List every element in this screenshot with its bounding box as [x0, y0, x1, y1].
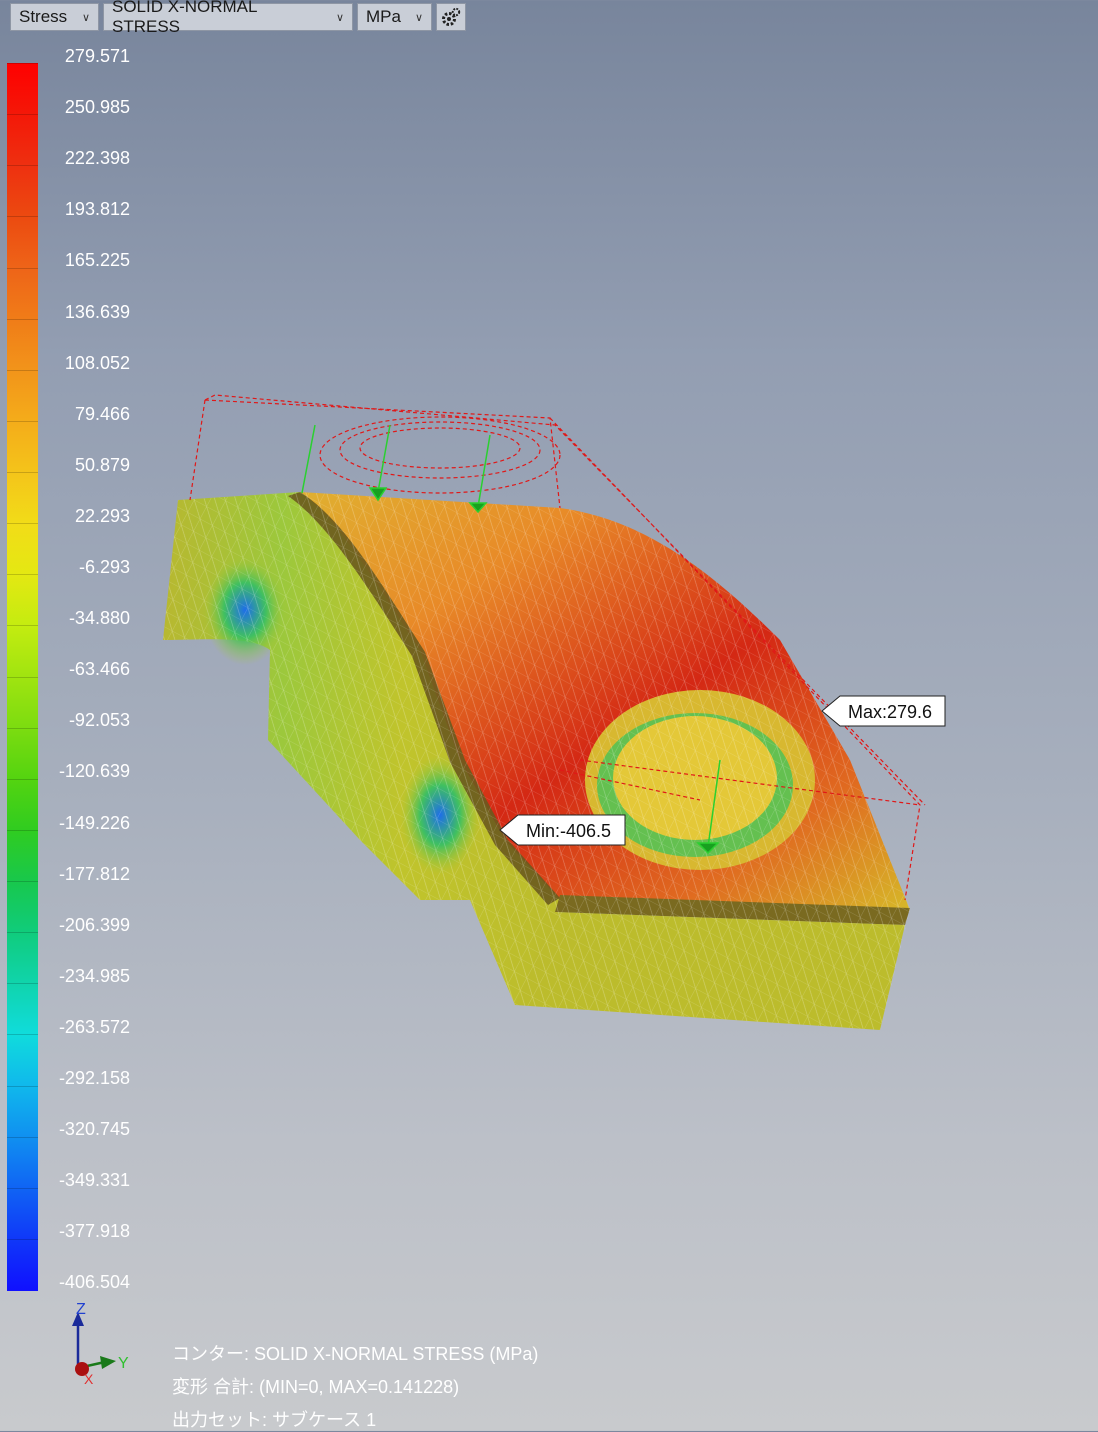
model-viewport[interactable]: Max:279.6 Min:-406.5: [0, 0, 1098, 1431]
deformation-info: 変形 合計: (MIN=0, MAX=0.141228): [172, 1377, 460, 1397]
y-axis-label: Y: [118, 1355, 129, 1372]
y-axis-arrow: [100, 1356, 116, 1369]
fe-mesh-overlay: [163, 492, 910, 1030]
max-callout-label: Max:279.6: [848, 702, 932, 722]
min-callout: Min:-406.5: [499, 814, 626, 846]
bracket-model[interactable]: [163, 492, 910, 1030]
axis-triad: Z Y X: [72, 1301, 129, 1387]
x-axis-label: X: [84, 1371, 94, 1387]
max-callout: Max:279.6: [821, 695, 946, 727]
min-callout-label: Min:-406.5: [526, 821, 611, 841]
contour-info: コンター: SOLID X-NORMAL STRESS (MPa): [172, 1344, 539, 1364]
output-set-info: 出力セット: サブケース 1: [172, 1410, 377, 1430]
z-axis-label: Z: [76, 1301, 86, 1318]
